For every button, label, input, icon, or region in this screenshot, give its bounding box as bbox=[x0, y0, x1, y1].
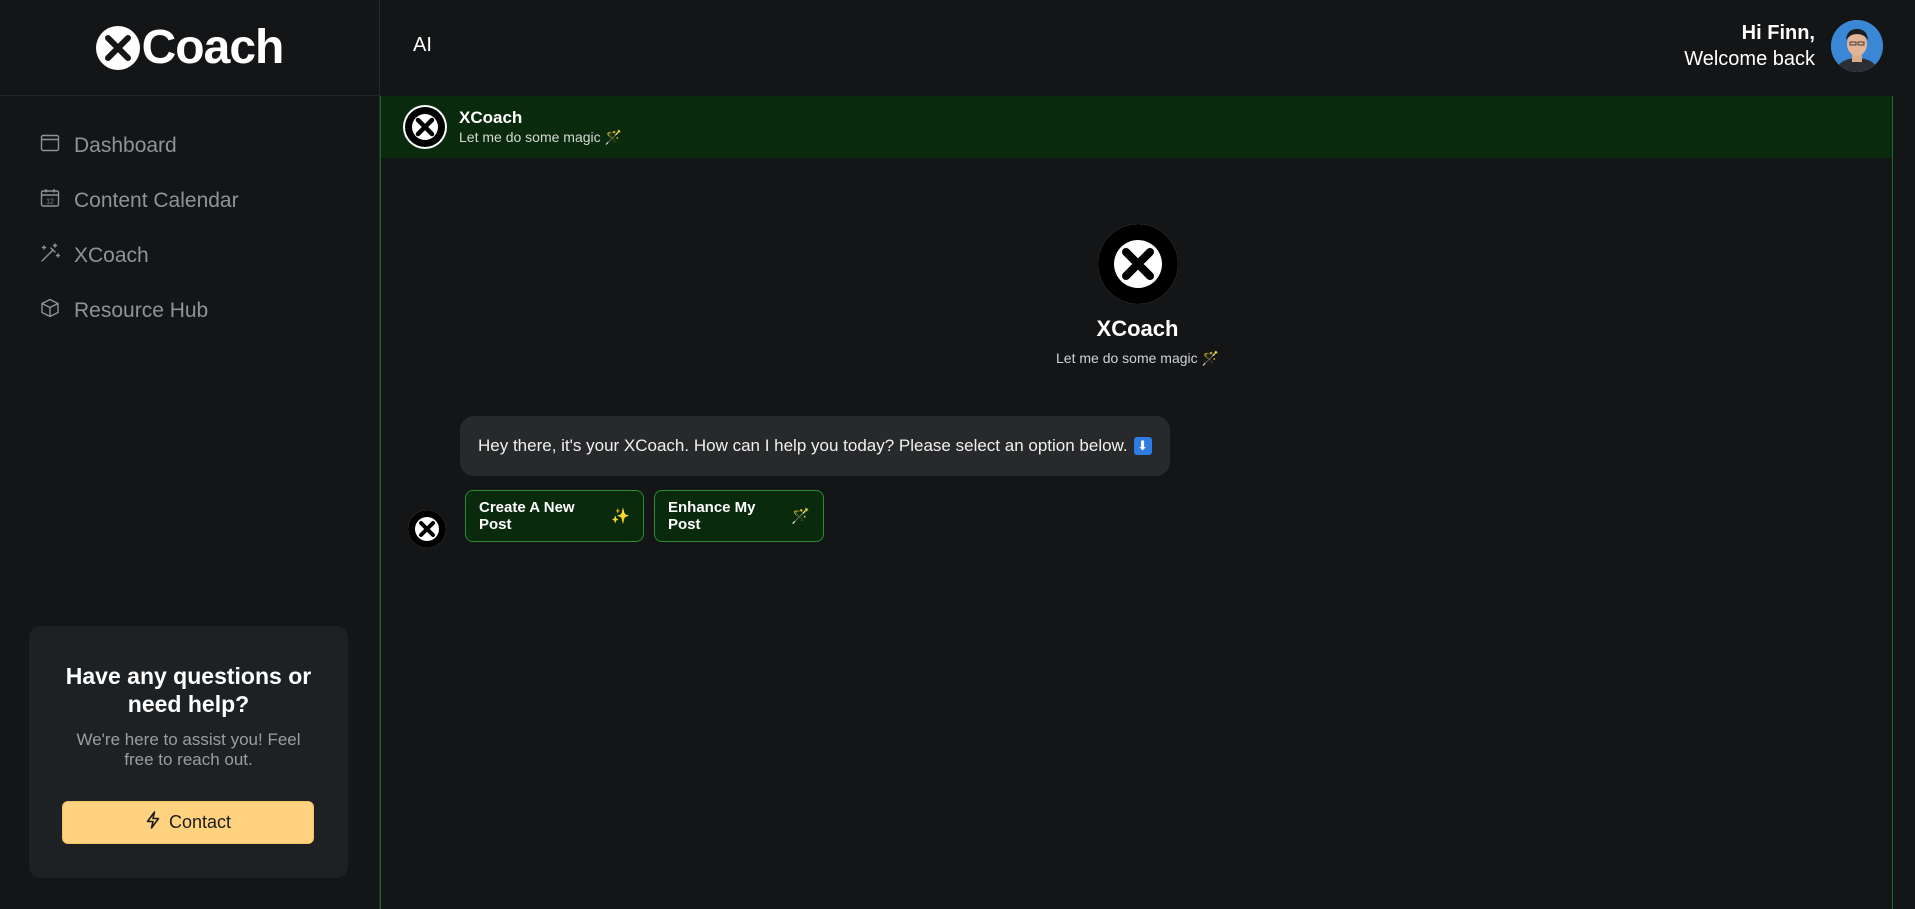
intro-bot-tagline: Let me do some magic 🪄 bbox=[1056, 350, 1219, 366]
layout-icon bbox=[40, 133, 60, 159]
sparkles-icon: ✨ bbox=[611, 508, 630, 525]
magic-wand-icon: 🪄 bbox=[791, 508, 810, 525]
chat-panel: XCoach Let me do some magic 🪄 XCoach Let… bbox=[380, 96, 1893, 909]
help-subtitle: We're here to assist you! Feel free to r… bbox=[76, 730, 301, 769]
sidebar-nav: Dashboard 12 Content Calendar XCoach Res… bbox=[0, 96, 379, 338]
sidebar-item-label: XCoach bbox=[74, 243, 149, 267]
logo-text: Coach bbox=[141, 20, 285, 74]
svg-text:12: 12 bbox=[46, 198, 54, 205]
sidebar: Coach Dashboard 12 Content Calendar XCoa… bbox=[0, 0, 380, 909]
bot-message-text: Hey there, it's your XCoach. How can I h… bbox=[478, 436, 1128, 455]
contact-button[interactable]: Contact bbox=[62, 801, 314, 844]
xcoach-avatar bbox=[403, 105, 447, 149]
magic-wand-icon bbox=[40, 242, 61, 269]
bot-intro: XCoach Let me do some magic 🪄 bbox=[381, 224, 1894, 367]
bot-message-bubble: Hey there, it's your XCoach. How can I h… bbox=[460, 416, 1170, 476]
xcoach-message-avatar bbox=[408, 510, 446, 548]
sidebar-item-label: Resource Hub bbox=[74, 298, 209, 322]
down-arrow-icon: ⬇ bbox=[1133, 437, 1152, 455]
brand-logo[interactable]: Coach bbox=[0, 0, 379, 96]
chat-header: XCoach Let me do some magic 🪄 bbox=[381, 96, 1892, 158]
lightning-icon bbox=[145, 811, 161, 834]
intro-bot-name: XCoach bbox=[1096, 316, 1179, 341]
help-card: Have any questions or need help? We're h… bbox=[29, 626, 348, 878]
user-greeting: Hi Finn, Welcome back bbox=[1684, 20, 1815, 72]
chat-header-bot-tagline: Let me do some magic 🪄 bbox=[459, 129, 622, 145]
sidebar-item-label: Dashboard bbox=[74, 133, 177, 157]
user-avatar[interactable] bbox=[1831, 20, 1883, 72]
greeting-name: Hi Finn, bbox=[1741, 22, 1815, 44]
option-label: Create A New Post bbox=[479, 499, 575, 533]
sidebar-item-dashboard[interactable]: Dashboard bbox=[0, 118, 379, 173]
sidebar-item-resource-hub[interactable]: Resource Hub bbox=[0, 283, 379, 338]
sidebar-item-xcoach[interactable]: XCoach bbox=[0, 228, 379, 283]
sidebar-item-label: Content Calendar bbox=[74, 188, 239, 212]
greeting-welcome: Welcome back bbox=[1684, 48, 1815, 70]
sidebar-item-content-calendar[interactable]: 12 Content Calendar bbox=[0, 173, 379, 228]
cube-icon bbox=[40, 298, 60, 324]
enhance-my-post-button[interactable]: Enhance My Post 🪄 bbox=[654, 490, 824, 542]
x-logo-icon bbox=[95, 25, 140, 70]
contact-button-label: Contact bbox=[168, 812, 232, 832]
option-label: Enhance My Post bbox=[668, 499, 756, 533]
help-title: Have any questions or need help? bbox=[65, 663, 312, 717]
top-header: AI Hi Finn, Welcome back bbox=[380, 0, 1915, 96]
xcoach-large-avatar bbox=[1097, 224, 1178, 304]
page-title: AI bbox=[413, 34, 432, 56]
create-new-post-button[interactable]: Create A New Post ✨ bbox=[465, 490, 644, 542]
chat-header-bot-name: XCoach bbox=[459, 108, 523, 127]
calendar-icon: 12 bbox=[40, 188, 60, 214]
